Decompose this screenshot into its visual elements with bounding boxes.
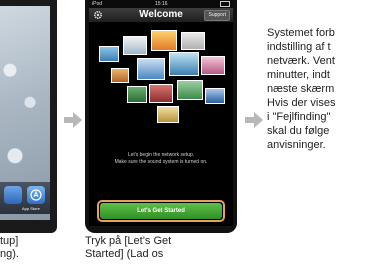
app-store-label: App Store: [22, 206, 40, 211]
photo-tile: [99, 46, 119, 62]
step-arrow-icon: [245, 112, 263, 128]
previous-step-caption: tup] ng).: [0, 235, 60, 261]
nav-bar: Welcome Support: [89, 8, 233, 22]
photo-tile: [123, 36, 147, 55]
photo-tile: [137, 58, 165, 80]
photo-tile: [157, 106, 179, 123]
battery-icon: [220, 1, 230, 7]
phone-frame: iPod 15:16 Welcome Support Let's begin t…: [85, 0, 237, 233]
photo-tile: [149, 84, 173, 103]
setup-line: Let's begin the network setup.: [127, 152, 195, 158]
instruction-line: Systemet forb: [267, 27, 335, 39]
instruction-line: i "Fejlfinding": [267, 111, 331, 123]
instruction-line: Hvis der vises: [267, 97, 336, 109]
instruction-text: Systemet forb indstilling af t netværk. …: [267, 26, 367, 152]
caption-line: tup]: [0, 235, 19, 247]
status-bar: iPod 15:16: [89, 0, 233, 8]
carrier-label: iPod: [92, 1, 103, 7]
support-button[interactable]: Support: [204, 10, 230, 21]
caption-line: ng).: [0, 248, 19, 260]
instruction-line: næste skærm: [267, 83, 335, 95]
photo-tile: [127, 86, 147, 103]
photo-tile: [169, 52, 199, 76]
step-arrow-icon: [64, 112, 82, 128]
setup-line: Make sure the sound system is turned on.: [114, 159, 208, 165]
instruction-line: skal du følge: [267, 125, 330, 137]
photo-collage: [97, 28, 227, 128]
photo-tile: [151, 30, 177, 51]
instruction-line: netværk. Vent: [267, 55, 335, 67]
step-caption: Tryk på [Let’s Get Started] (Lad os: [85, 235, 225, 261]
lets-get-started-button[interactable]: Let's Get Started: [100, 203, 222, 219]
status-time: 15:16: [155, 1, 168, 7]
caption-line: Tryk på [Let’s Get: [85, 235, 172, 247]
app-screen: iPod 15:16 Welcome Support Let's begin t…: [89, 0, 233, 226]
instruction-line: indstilling af t: [267, 41, 331, 53]
photo-tile: [205, 88, 225, 104]
photo-tile: [201, 56, 225, 75]
previous-step-phone: App Store: [0, 0, 57, 233]
app-icon[interactable]: [4, 186, 22, 204]
photo-tile: [177, 80, 203, 100]
instruction-line: anvisninger.: [267, 139, 326, 151]
app-store-icon[interactable]: [27, 186, 45, 204]
instruction-line: minutter, indt: [267, 69, 330, 81]
photo-tile: [111, 68, 129, 83]
caption-line: Started] (Lad os: [85, 248, 164, 260]
setup-instructions: Let's begin the network setup. Make sure…: [89, 152, 233, 166]
photo-tile: [181, 32, 205, 50]
